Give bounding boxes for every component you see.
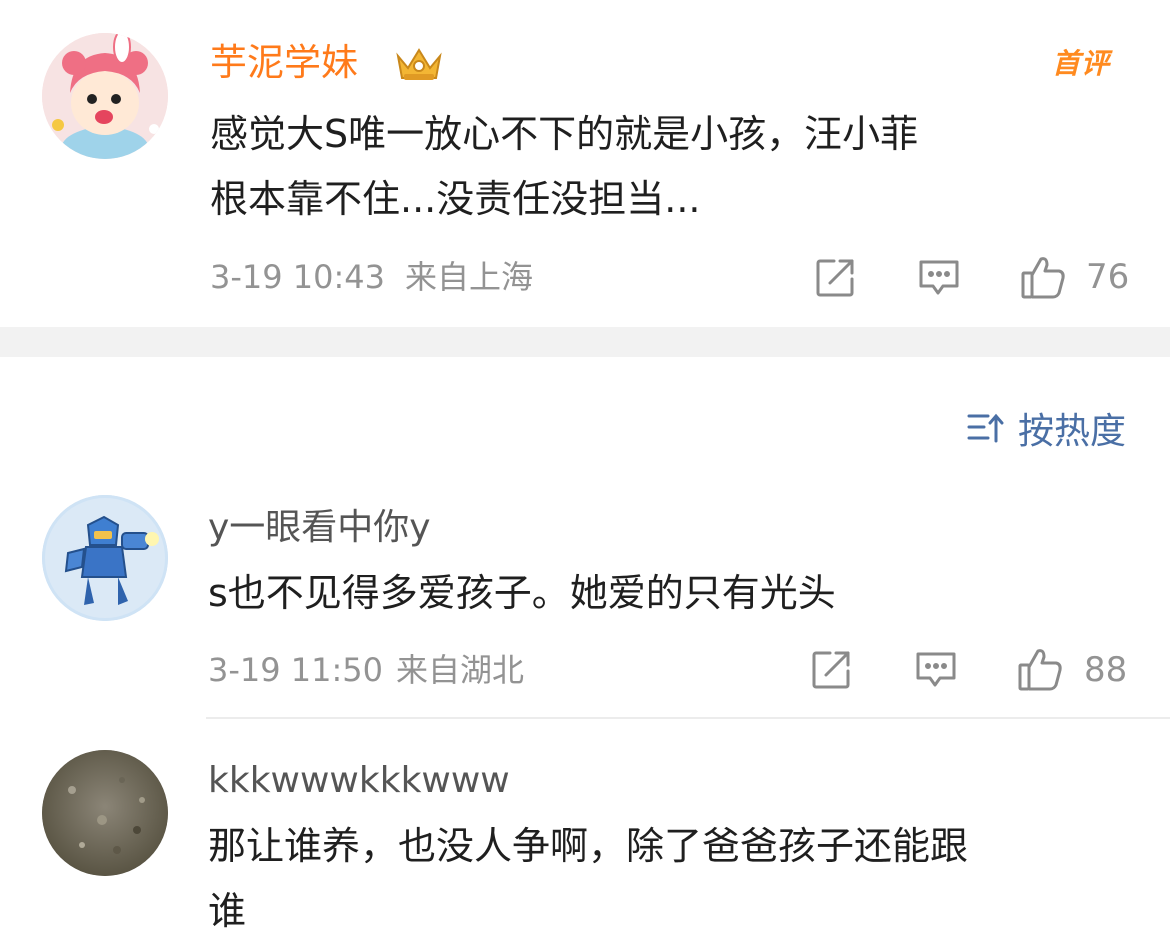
like-count: 88 bbox=[1084, 650, 1128, 690]
comment-text-line: 那让谁养，也没人争啊，除了爸爸孩子还能跟 bbox=[208, 824, 969, 868]
comment-location: 来自湖北 bbox=[396, 651, 525, 689]
comment-text-line: s也不见得多爱孩子。她爱的只有光头 bbox=[208, 571, 836, 615]
like-count: 76 bbox=[1086, 257, 1130, 297]
sort-by-heat-button[interactable]: 按热度 bbox=[966, 402, 1126, 454]
username[interactable]: kkkwwwkkkwww bbox=[208, 759, 510, 803]
share-button[interactable] bbox=[808, 647, 854, 693]
share-button[interactable] bbox=[812, 255, 858, 301]
comment-icon bbox=[919, 260, 959, 295]
sort-label: 按热度 bbox=[1018, 411, 1127, 452]
comment-text-line: 感觉大S唯一放心不下的就是小孩，汪小菲 bbox=[210, 112, 919, 156]
like-button[interactable] bbox=[1015, 644, 1065, 694]
share-icon bbox=[816, 259, 854, 297]
comment-location: 来自上海 bbox=[405, 258, 534, 296]
comment-button[interactable] bbox=[913, 647, 959, 693]
comment-timestamp: 3-19 11:50 bbox=[208, 651, 384, 689]
avatar[interactable] bbox=[42, 750, 168, 876]
avatar[interactable] bbox=[42, 495, 168, 621]
crown-badge-icon bbox=[392, 44, 446, 84]
comment-text-line: 根本靠不住...没责任没担当... bbox=[210, 177, 701, 221]
comment-text-line: 谁 bbox=[208, 889, 247, 933]
first-comment-badge: 首评 bbox=[1052, 47, 1111, 80]
avatar[interactable] bbox=[42, 33, 168, 159]
thumbs-up-icon bbox=[1021, 257, 1065, 299]
comment-timestamp: 3-19 10:43 bbox=[210, 258, 386, 296]
username[interactable]: 芋泥学妹 bbox=[210, 41, 358, 85]
section-divider bbox=[0, 327, 1170, 357]
comment-separator bbox=[206, 717, 1170, 719]
like-button[interactable] bbox=[1018, 252, 1068, 302]
comment-icon bbox=[916, 652, 956, 687]
comment-button[interactable] bbox=[916, 255, 962, 301]
share-icon bbox=[812, 651, 850, 689]
thumbs-up-icon bbox=[1018, 649, 1062, 691]
sort-icon bbox=[967, 413, 1004, 443]
username[interactable]: y一眼看中你y bbox=[208, 506, 431, 550]
